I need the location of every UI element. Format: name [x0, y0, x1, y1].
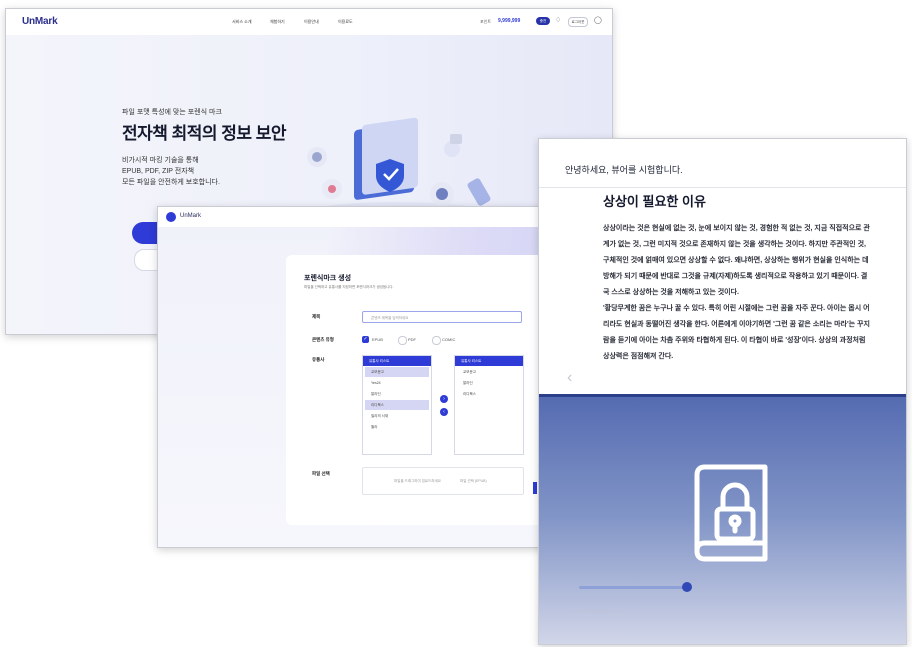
reader-greeting: 안녕하세요, 뷰어를 시험합니다.	[565, 165, 683, 175]
move-left-button[interactable]: ‹	[440, 408, 448, 416]
paragraph: 상상이라는 것은 현실에 없는 것, 눈에 보이지 않는 것, 경험한 적 없는…	[603, 225, 870, 296]
overlay-edge	[539, 394, 906, 397]
type-label: 콘텐츠 유형	[312, 337, 334, 342]
app-name: UnMark	[180, 213, 202, 219]
hero-desc-2: EPUB, PDF, ZIP 전자책	[122, 168, 195, 175]
pdf-label: PDF	[408, 337, 416, 342]
list-item[interactable]: 알라딘	[365, 389, 429, 399]
file-dropzone[interactable]	[362, 467, 524, 495]
hero-desc-3: 모든 파일을 안전하게 보호합니다.	[122, 179, 220, 186]
hero-title: 전자책 최적의 정보 보안	[122, 124, 287, 143]
pdf-radio[interactable]	[398, 336, 407, 345]
distributor-source-list[interactable]: 유통사 리스트 교보문고 Yes24 알라딘 리디북스 밀리의 서재 윌라	[362, 355, 432, 455]
file-hint: 파일을 드래그하여 업로드하세요	[394, 479, 442, 483]
list-item[interactable]: 교보문고	[365, 367, 429, 377]
book-lock-icon	[694, 464, 768, 562]
submit-button-edge[interactable]	[533, 482, 537, 494]
list-item[interactable]: 교보문고	[457, 367, 521, 377]
comic-label: COMIC	[442, 337, 456, 342]
progress-slider[interactable]	[579, 586, 689, 589]
nav-item-service[interactable]: 서비스 소개	[232, 19, 252, 25]
title-input[interactable]: 콘텐츠 제목을 입력하세요	[362, 311, 522, 323]
progress-thumb[interactable]	[682, 582, 692, 592]
prev-page-chevron-icon[interactable]: ‹	[567, 369, 572, 387]
list-item[interactable]: Yes24	[365, 378, 429, 388]
epub-label: EPUB	[372, 337, 383, 342]
reader-window: 안녕하세요, 뷰어를 시험합니다. 상상이 필요한 이유 상상이라는 것은 현실…	[538, 138, 907, 645]
divider	[539, 187, 906, 188]
target-list-header: 유통사 리스트	[455, 356, 523, 366]
epub-checkbox[interactable]: ✓	[362, 336, 369, 343]
list-item[interactable]: 윌라	[365, 422, 429, 432]
hero-subtitle: 파일 포맷 특성에 맞는 포렌식 마크	[122, 109, 222, 116]
globe-icon[interactable]: ◯	[594, 16, 602, 24]
list-item[interactable]: 리디북스	[365, 400, 429, 410]
title-label: 제목	[312, 314, 321, 319]
distributor-label: 유통사	[312, 357, 325, 362]
bell-icon[interactable]: ♢	[555, 16, 561, 24]
list-item[interactable]: 알라딘	[457, 378, 521, 388]
point-value: 9,999,999	[498, 18, 521, 24]
chapter-body: 상상이라는 것은 현실에 없는 것, 눈에 보이지 않는 것, 경험한 적 없는…	[603, 221, 873, 365]
user-button[interactable]: 로그아웃	[568, 17, 588, 27]
form-title: 포렌식마크 생성	[304, 275, 352, 282]
app-logo-icon	[166, 212, 176, 222]
point-label: 포인트	[480, 19, 492, 24]
move-right-button[interactable]: ›	[440, 395, 448, 403]
paragraph: '황당무계한 꿈은 누구나 꿀 수 있다. 특히 어린 시절에는 그런 꿈을 자…	[603, 305, 870, 360]
file-label: 파일 선택	[312, 471, 330, 476]
list-item[interactable]: 리디북스	[457, 389, 521, 399]
file-select-button[interactable]: 파일 선택 (EPUB)	[460, 479, 487, 484]
form-subtitle: 파일을 선택하고 유통사를 지정하면 포렌식마크가 생성됩니다.	[304, 285, 394, 289]
nav-item-pricing[interactable]: 이용료도	[338, 19, 353, 25]
source-list-header: 유통사 리스트	[363, 356, 431, 366]
nav-item-guide[interactable]: 이용안내	[304, 19, 319, 25]
chapter-title: 상상이 필요한 이유	[603, 194, 706, 209]
hero-desc-1: 비가시적 마킹 기술을 통해	[122, 157, 199, 164]
list-item[interactable]: 밀리의 서재	[365, 411, 429, 421]
comic-radio[interactable]	[432, 336, 441, 345]
charge-button[interactable]: 충전	[536, 17, 550, 25]
top-nav: UnMark 서비스 소개 체험하기 이용안내 이용료도 포인트 9,999,9…	[6, 9, 612, 35]
app-logo[interactable]: UnMark	[22, 16, 58, 27]
reader-footer: 12% 상상이 필요한 이유 14 / 132	[569, 609, 626, 614]
nav-item-trial[interactable]: 체험하기	[270, 19, 285, 25]
distributor-target-list[interactable]: 유통사 리스트 교보문고 알라딘 리디북스	[454, 355, 524, 455]
